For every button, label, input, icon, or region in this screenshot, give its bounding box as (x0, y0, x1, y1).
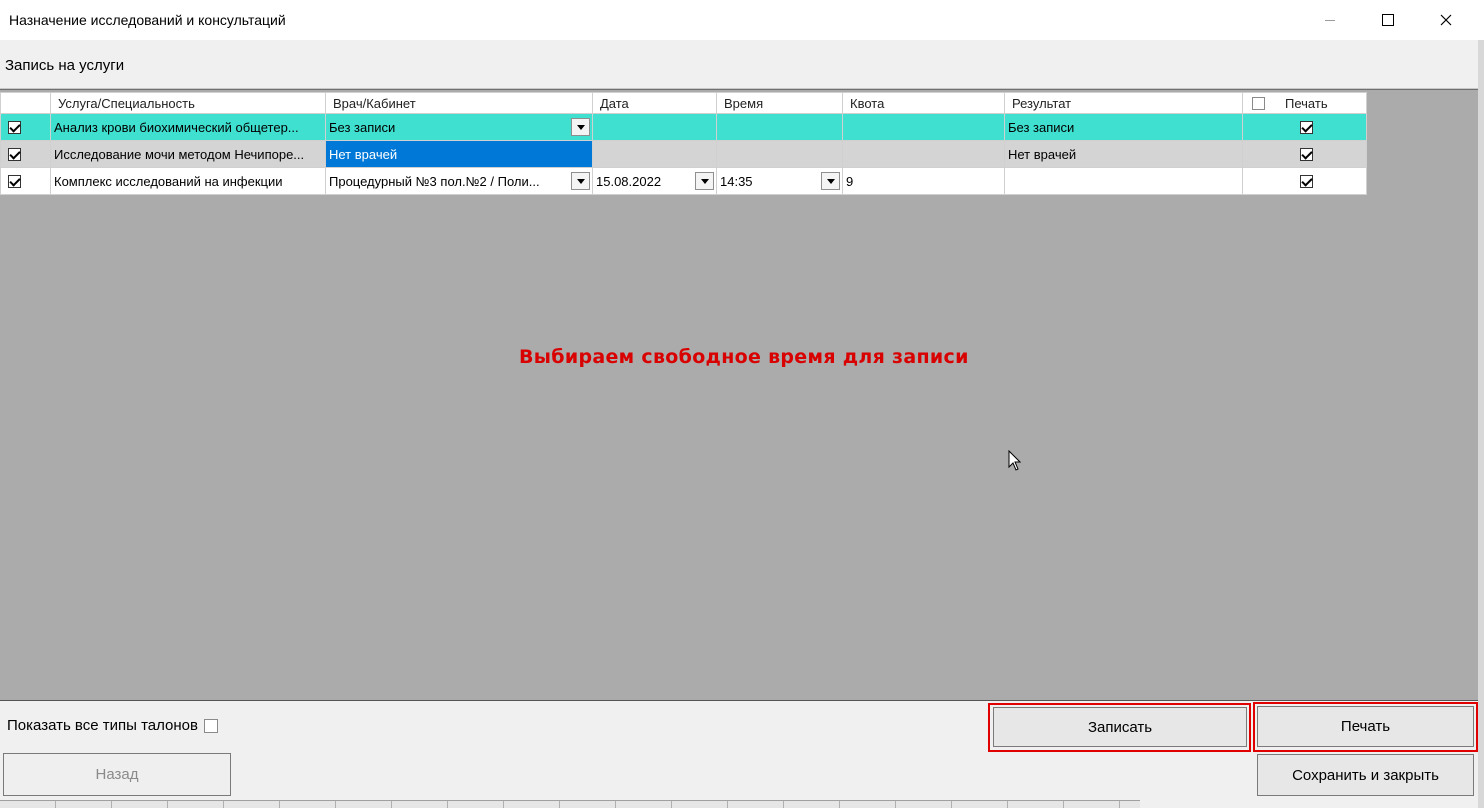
column-header-result[interactable]: Результат (1004, 92, 1243, 114)
minimize-button[interactable] (1301, 0, 1359, 40)
quota-cell (842, 140, 1005, 168)
result-cell (1004, 167, 1243, 195)
time-select-value: 14:35 (720, 173, 753, 189)
doctor-select-value: Без записи (329, 119, 396, 135)
service-cell[interactable]: Исследование мочи методом Нечипоре... (50, 140, 326, 168)
close-icon (1440, 14, 1452, 26)
print-checkbox[interactable] (1299, 174, 1313, 188)
date-cell[interactable]: 15.08.2022 (592, 167, 717, 195)
service-cell[interactable]: Анализ крови биохимический общетер... (50, 113, 326, 141)
instruction-annotation: Выбираем свободное время для записи (519, 346, 969, 368)
table-row[interactable]: Анализ крови биохимический общетер... Бе… (0, 113, 1367, 141)
doctor-dropdown-button[interactable] (571, 118, 590, 136)
window-title: Назначение исследований и консультаций (9, 12, 286, 28)
table-row[interactable]: Комплекс исследований на инфекции Процед… (0, 167, 1367, 195)
row-checkbox-cell (0, 113, 51, 141)
result-cell: Без записи (1004, 113, 1243, 141)
chevron-down-icon (576, 124, 585, 130)
time-dropdown-button[interactable] (821, 172, 840, 190)
column-header-service[interactable]: Услуга/Специальность (50, 92, 326, 114)
doctor-select-value: Процедурный №3 пол.№2 / Поли... (329, 173, 540, 189)
doctor-cell-selected[interactable]: Нет врачей (325, 140, 593, 168)
chevron-down-icon (576, 178, 585, 184)
chevron-down-icon (826, 178, 835, 184)
print-cell (1242, 167, 1367, 195)
section-title: Запись на услуги (5, 57, 125, 74)
maximize-icon (1382, 14, 1394, 26)
background-taskbar (0, 800, 1140, 808)
column-header-print[interactable]: Печать (1242, 92, 1367, 114)
print-cell (1242, 113, 1367, 141)
doctor-cell[interactable]: Без записи (325, 113, 593, 141)
table-row[interactable]: Исследование мочи методом Нечипоре... Не… (0, 140, 1367, 168)
save-and-close-button[interactable]: Сохранить и закрыть (1257, 754, 1474, 796)
row-checkbox[interactable] (8, 120, 21, 134)
time-cell[interactable] (716, 140, 843, 168)
row-checkbox-cell (0, 167, 51, 195)
services-grid: Услуга/Специальность Врач/Кабинет Дата В… (0, 92, 1367, 195)
services-grid-area: Услуга/Специальность Врач/Кабинет Дата В… (0, 89, 1478, 701)
doctor-dropdown-button[interactable] (571, 172, 590, 190)
column-header-date[interactable]: Дата (592, 92, 717, 114)
quota-cell (842, 113, 1005, 141)
row-checkbox[interactable] (8, 174, 21, 188)
date-cell[interactable] (592, 113, 717, 141)
grid-header-row: Услуга/Специальность Врач/Кабинет Дата В… (0, 92, 1367, 114)
show-all-ticket-types-label: Показать все типы талонов (7, 717, 198, 734)
service-cell[interactable]: Комплекс исследований на инфекции (50, 167, 326, 195)
title-bar: Назначение исследований и консультаций (0, 0, 1478, 40)
quota-cell: 9 (842, 167, 1005, 195)
print-cell (1242, 140, 1367, 168)
date-select-value: 15.08.2022 (596, 173, 662, 189)
assignment-dialog: Назначение исследований и консультаций З… (0, 0, 1478, 808)
column-header-doctor[interactable]: Врач/Кабинет (325, 92, 593, 114)
select-all-print-checkbox[interactable] (1252, 96, 1265, 110)
column-header-print-label: Печать (1285, 95, 1328, 111)
row-checkbox[interactable] (8, 147, 21, 161)
print-button[interactable]: Печать (1257, 706, 1474, 747)
dialog-footer: Показать все типы талонов Записать Печат… (0, 701, 1478, 808)
doctor-cell[interactable]: Процедурный №3 пол.№2 / Поли... (325, 167, 593, 195)
section-header: Запись на услуги (0, 40, 1478, 89)
time-cell[interactable]: 14:35 (716, 167, 843, 195)
column-header-check (0, 92, 51, 114)
row-checkbox-cell (0, 140, 51, 168)
result-cell: Нет врачей (1004, 140, 1243, 168)
date-cell[interactable] (592, 140, 717, 168)
close-button[interactable] (1417, 0, 1475, 40)
chevron-down-icon (700, 178, 709, 184)
show-all-ticket-types-checkbox[interactable] (203, 718, 218, 733)
record-button[interactable]: Записать (993, 707, 1247, 747)
print-checkbox[interactable] (1299, 147, 1313, 161)
column-header-quota[interactable]: Квота (842, 92, 1005, 114)
show-all-ticket-types[interactable]: Показать все типы талонов (7, 717, 218, 734)
minimize-icon (1325, 19, 1335, 21)
background-window-edge (1478, 40, 1484, 808)
date-dropdown-button[interactable] (695, 172, 714, 190)
print-checkbox[interactable] (1299, 120, 1313, 134)
back-button[interactable]: Назад (3, 753, 231, 796)
maximize-button[interactable] (1359, 0, 1417, 40)
column-header-time[interactable]: Время (716, 92, 843, 114)
time-cell[interactable] (716, 113, 843, 141)
